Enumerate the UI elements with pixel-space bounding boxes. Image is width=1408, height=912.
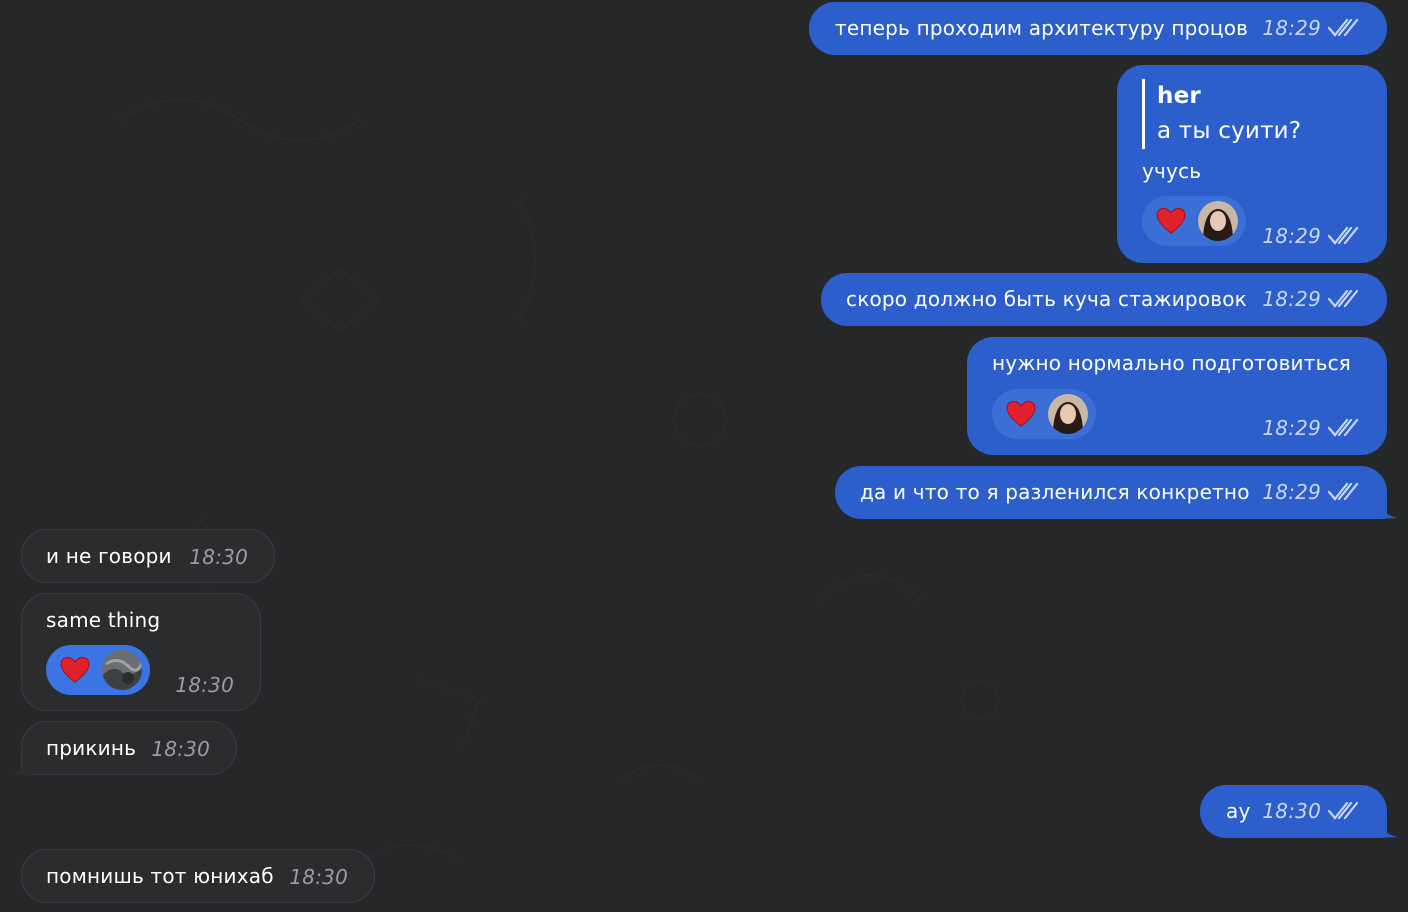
bubble-tail [1377,499,1398,519]
message-bubble-incoming[interactable]: same thing 18:30 [21,593,261,711]
reply-author-name: her [1157,83,1201,109]
message-bubble-incoming[interactable]: и не говори 18:30 [21,529,275,583]
heart-icon [1006,400,1036,427]
bubble-tail [1377,818,1398,838]
message-time: 18:29 [1262,16,1321,40]
message-time: 18:29 [1262,480,1321,504]
message-bubble-outgoing[interactable]: скоро должно быть куча стажировок 18:29 [821,273,1387,326]
message-text: ау [1226,799,1251,823]
avatar [1198,201,1238,241]
reaction-chip[interactable] [46,645,150,695]
message-text: да и что то я разленился конкретно [860,480,1250,504]
heart-icon [1156,207,1186,234]
message-meta: 18:29 [1262,415,1359,441]
message-bubble-outgoing[interactable]: her а ты суити? учусь 18:29 [1117,65,1387,263]
message-time: 18:30 [289,865,348,889]
message-time: 18:29 [1262,224,1321,248]
message-meta: 18:30 [175,672,234,698]
bubble-tail [10,755,31,775]
message-bubble-outgoing[interactable]: теперь проходим архитектуру процов 18:29 [809,2,1387,55]
message-time: 18:29 [1262,287,1321,311]
message-meta: 18:30 [289,864,348,890]
message-meta: 18:29 [1262,479,1359,505]
read-double-check-icon [1327,801,1359,820]
message-time: 18:30 [1262,799,1321,823]
message-bubble-outgoing[interactable]: ау 18:30 [1200,785,1387,838]
message-text: помнишь тот юнихаб [46,864,274,888]
message-text: учусь [1142,159,1202,183]
read-double-check-icon [1327,226,1359,245]
message-text: нужно нормально подготовиться [992,351,1352,375]
message-meta: 18:29 [1262,223,1359,249]
message-meta: 18:29 [1262,15,1359,41]
reaction-chip[interactable] [992,389,1096,439]
message-meta: 18:30 [1262,798,1359,824]
message-bubble-outgoing[interactable]: нужно нормально подготовиться 18:29 [967,337,1387,455]
message-list[interactable]: теперь проходим архитектуру процов 18:29… [0,0,1408,912]
message-bubble-incoming[interactable]: прикинь 18:30 [21,721,237,775]
message-meta: 18:29 [1262,286,1359,312]
reply-quote[interactable]: her а ты суити? [1142,79,1301,149]
message-text: same thing [46,608,161,632]
read-double-check-icon [1327,18,1359,37]
read-double-check-icon [1327,289,1359,308]
message-bubble-incoming[interactable]: помнишь тот юнихаб 18:30 [21,849,375,903]
message-text: скоро должно быть куча стажировок [846,287,1247,311]
message-text: прикинь [46,736,137,760]
message-text: и не говори [46,544,172,568]
message-meta: 18:30 [151,736,210,762]
message-text: теперь проходим архитектуру процов [835,16,1249,40]
message-time: 18:30 [151,737,210,761]
read-double-check-icon [1327,482,1359,501]
reply-quoted-text: а ты суити? [1157,118,1302,144]
avatar [102,650,142,690]
heart-icon [60,656,90,683]
avatar [1048,394,1088,434]
message-time: 18:30 [189,545,248,569]
reaction-chip[interactable] [1142,196,1246,246]
message-bubble-outgoing[interactable]: да и что то я разленился конкретно 18:29 [835,466,1387,519]
message-time: 18:30 [175,673,234,697]
message-time: 18:29 [1262,416,1321,440]
read-double-check-icon [1327,418,1359,437]
message-meta: 18:30 [189,544,248,570]
